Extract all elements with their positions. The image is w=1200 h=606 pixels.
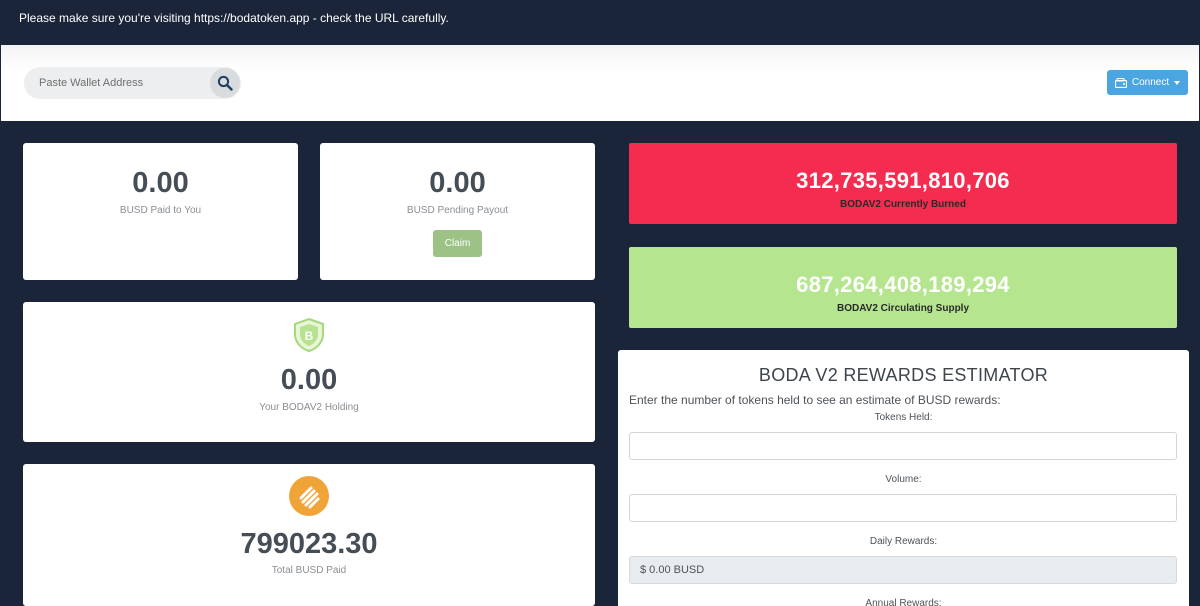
banner-text: Please make sure you're visiting https:/… [19,11,449,25]
holding-value: 0.00 [280,364,338,396]
daily-rewards-label: Daily Rewards: [869,536,938,547]
supply-value: 687,264,408,189,294 [796,272,1010,297]
connect-button[interactable]: Connect [1107,70,1188,95]
search-button[interactable] [210,68,240,98]
busd-pending-label: BUSD Pending Payout [406,205,509,216]
svg-text:B: B [305,329,314,343]
holding-label: Your BODAV2 Holding [259,402,359,413]
total-paid-card: 799023.30 Total BUSD Paid [23,464,595,606]
wallet-search [24,67,241,99]
busd-pending-value: 0.00 [429,167,486,199]
caret-down-icon [1174,80,1181,85]
security-banner: Please make sure you're visiting https:/… [0,0,1200,45]
daily-rewards-field [629,556,1177,584]
volume-label: Volume: [885,474,922,485]
busd-coin-logo [289,476,329,516]
supply-stat: 687,264,408,189,294 BODAV2 Circulating S… [629,247,1177,328]
connect-label: Connect [1131,77,1170,88]
busd-paid-card: 0.00 BUSD Paid to You [23,143,298,280]
burned-stat: 312,735,591,810,706 BODAV2 Currently Bur… [629,143,1177,224]
busd-paid-value: 0.00 [132,167,189,199]
total-paid-value: 799023.30 [240,528,378,560]
holding-card: B 0.00 Your BODAV2 Holding [23,302,595,442]
top-bar: Connect [0,45,1200,121]
burned-label: BODAV2 Currently Burned [840,199,966,210]
wallet-address-input[interactable] [39,67,209,99]
search-icon [217,75,233,91]
tokens-held-label: Tokens Held: [874,412,933,423]
estimator-description: Enter the number of tokens held to see a… [629,393,1001,407]
tokens-held-input[interactable] [629,432,1177,460]
total-paid-label: Total BUSD Paid [271,565,347,576]
busd-paid-label: BUSD Paid to You [119,205,202,216]
rewards-estimator: BODA V2 REWARDS ESTIMATOR Enter the numb… [618,350,1189,606]
busd-pending-card: 0.00 BUSD Pending Payout Claim [320,143,595,280]
boda-shield-logo: B [294,317,324,353]
wallet-icon [1114,77,1127,88]
burned-value: 312,735,591,810,706 [796,168,1010,193]
claim-button[interactable]: Claim [433,230,482,257]
annual-rewards-label: Annual Rewards: [865,598,942,606]
supply-label: BODAV2 Circulating Supply [836,303,970,314]
volume-input[interactable] [629,494,1177,522]
estimator-title: BODA V2 REWARDS ESTIMATOR [758,365,1049,385]
